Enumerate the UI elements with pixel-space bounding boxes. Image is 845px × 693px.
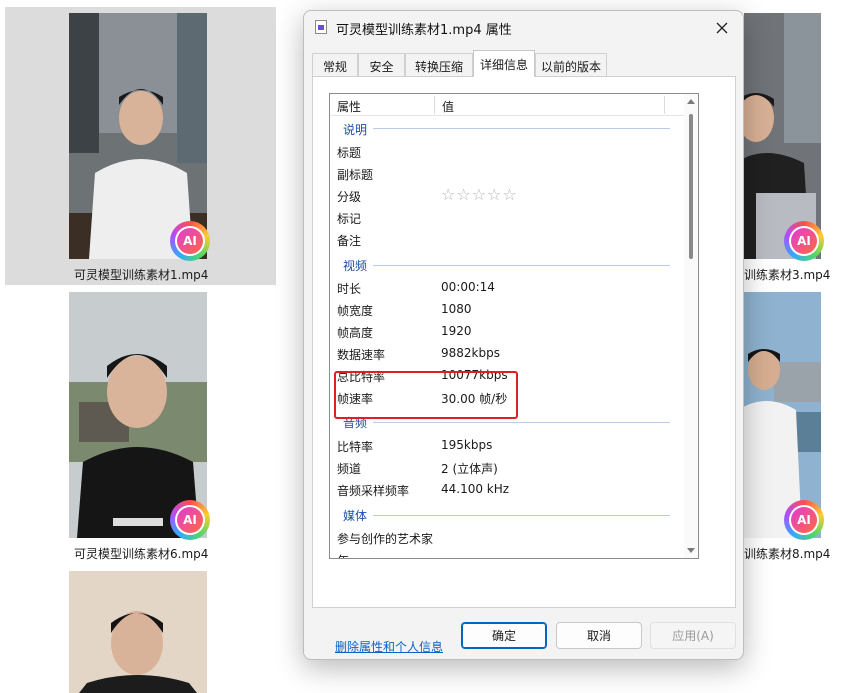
group-divider: [373, 515, 670, 516]
tab-convert[interactable]: 转换压缩: [405, 53, 473, 77]
details-panel: 属性 值 说明 标题 副标题 分级 ☆☆☆☆☆ 标记 备注 视频 时长 00:0…: [312, 76, 736, 654]
property-label[interactable]: 音频采样频率: [337, 482, 409, 499]
file-name: 训练素材8.mp4: [744, 547, 831, 561]
tab-previous-versions[interactable]: 以前的版本: [535, 53, 607, 77]
video-thumbnail: [69, 571, 207, 693]
file-name: 可灵模型训练素材6.mp4: [74, 547, 209, 561]
file-tile-6[interactable]: AI 可灵模型训练素材6.mp4: [5, 286, 276, 564]
tab-security[interactable]: 安全: [358, 53, 405, 77]
close-button[interactable]: [711, 17, 733, 39]
frame-size-highlight: [334, 371, 518, 419]
property-label[interactable]: 分级: [337, 188, 361, 205]
property-label[interactable]: 帧高度: [337, 324, 373, 341]
list-header: 属性 值: [330, 94, 686, 116]
file-tile-8[interactable]: AI 训练素材8.mp4: [744, 286, 845, 564]
ai-badge-icon: AI: [170, 500, 210, 540]
scroll-thumb[interactable]: [689, 114, 693, 259]
group-divider: [373, 265, 670, 266]
property-value[interactable]: 2 (立体声): [441, 460, 498, 477]
group-media: 媒体: [343, 509, 368, 523]
file-tile-partial[interactable]: [5, 565, 276, 693]
property-value[interactable]: 44.100 kHz: [441, 482, 509, 496]
property-label[interactable]: 标记: [337, 210, 361, 227]
property-value[interactable]: 00:00:14: [441, 280, 495, 294]
tab-general[interactable]: 常规: [312, 53, 358, 77]
column-header-value[interactable]: 值: [442, 98, 454, 115]
file-name: 可灵模型训练素材1.mp4: [74, 268, 209, 282]
property-label[interactable]: 数据速率: [337, 346, 385, 363]
file-name: 训练素材3.mp4: [744, 268, 831, 282]
close-icon: [716, 22, 728, 34]
ok-button[interactable]: 确定: [461, 622, 547, 649]
property-label[interactable]: 副标题: [337, 166, 373, 183]
property-value[interactable]: 195kbps: [441, 438, 492, 452]
column-header-property[interactable]: 属性: [337, 98, 361, 115]
property-label[interactable]: 备注: [337, 232, 361, 249]
property-list[interactable]: 属性 值 说明 标题 副标题 分级 ☆☆☆☆☆ 标记 备注 视频 时长 00:0…: [329, 93, 699, 559]
scroll-down-arrow-icon[interactable]: [687, 548, 695, 553]
property-label[interactable]: 比特率: [337, 438, 373, 455]
ai-badge-icon: AI: [784, 500, 824, 540]
ai-badge-icon: AI: [170, 221, 210, 261]
property-label[interactable]: 年: [337, 552, 349, 558]
column-divider[interactable]: [434, 96, 435, 114]
group-description: 说明: [343, 123, 368, 137]
group-divider: [373, 128, 670, 129]
rating-stars-icon[interactable]: ☆☆☆☆☆: [441, 185, 518, 204]
tab-details[interactable]: 详细信息: [473, 50, 535, 77]
file-tile-1[interactable]: AI 可灵模型训练素材1.mp4: [5, 7, 276, 285]
property-label[interactable]: 时长: [337, 280, 361, 297]
property-value[interactable]: 1920: [441, 324, 472, 338]
property-label[interactable]: 频道: [337, 460, 361, 477]
apply-button[interactable]: 应用(A): [650, 622, 736, 649]
group-video: 视频: [343, 259, 368, 273]
scroll-up-arrow-icon[interactable]: [687, 99, 695, 104]
group-divider: [373, 422, 670, 423]
vertical-scrollbar[interactable]: [684, 94, 698, 558]
property-label[interactable]: 参与创作的艺术家: [337, 530, 433, 547]
video-file-icon: [315, 20, 327, 34]
ai-badge-icon: AI: [784, 221, 824, 261]
property-value[interactable]: 1080: [441, 302, 472, 316]
title-bar[interactable]: 可灵模型训练素材1.mp4 属性: [304, 11, 743, 43]
remove-properties-link[interactable]: 删除属性和个人信息: [335, 638, 443, 655]
dialog-title: 可灵模型训练素材1.mp4 属性: [336, 23, 512, 38]
properties-dialog: 可灵模型训练素材1.mp4 属性 常规 安全 转换压缩 详细信息 以前的版本 属…: [303, 10, 744, 660]
file-tile-3[interactable]: AI 训练素材3.mp4: [744, 7, 845, 285]
property-value[interactable]: 9882kbps: [441, 346, 500, 360]
property-label[interactable]: 帧宽度: [337, 302, 373, 319]
property-label[interactable]: 标题: [337, 144, 361, 161]
column-divider[interactable]: [664, 96, 665, 114]
cancel-button[interactable]: 取消: [556, 622, 642, 649]
